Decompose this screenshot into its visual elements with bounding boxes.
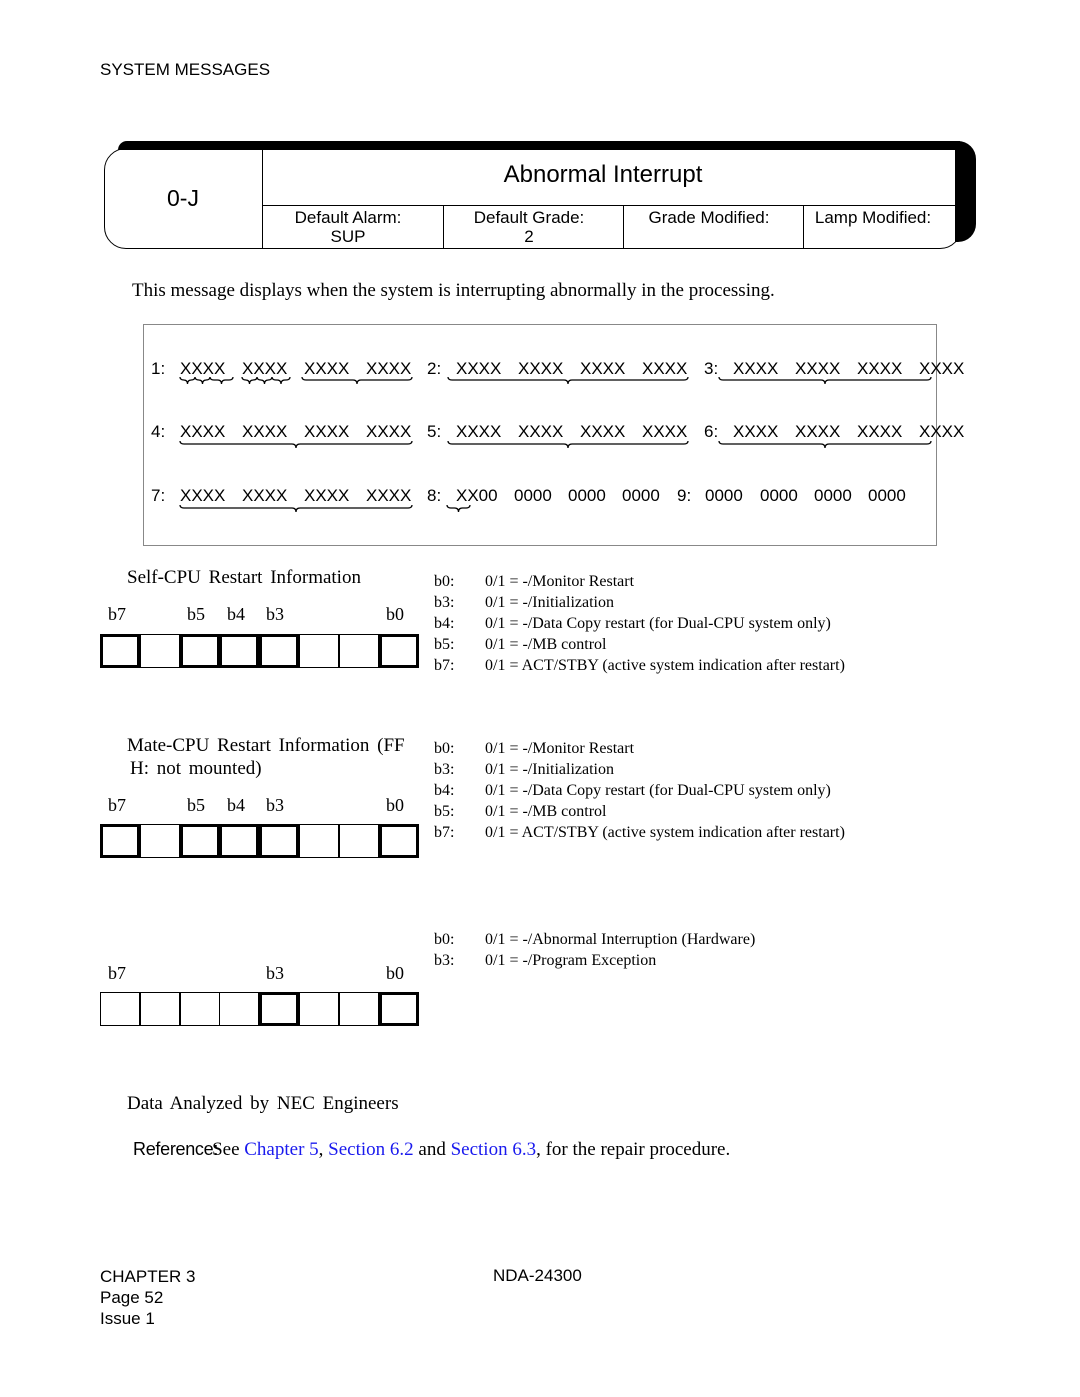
bit-description: 0/1 = -/Initialization xyxy=(485,594,614,611)
reference: Reference:See Chapter 5, Section 6.2 and… xyxy=(133,1139,731,1160)
bit-cell xyxy=(139,634,180,668)
brace xyxy=(301,376,413,385)
bit-name: b5: xyxy=(434,803,455,820)
brace xyxy=(447,440,689,449)
bit-cell xyxy=(259,824,300,858)
footer-left: CHAPTER 3 Page 52 Issue 1 xyxy=(100,1267,196,1328)
bit-cell xyxy=(338,992,379,1026)
bit-cell xyxy=(299,634,339,668)
bit-label: b5 xyxy=(187,795,205,815)
bit-name: b7: xyxy=(434,824,455,841)
analyzed-note: Data Analyzed by NEC Engineers xyxy=(127,1093,399,1114)
bit-description: 0/1 = -/Program Exception xyxy=(485,952,657,969)
bit-name: b3: xyxy=(434,952,455,969)
bit-label: b5 xyxy=(187,604,205,624)
bit-description: 0/1 = ACT/STBY (active system indication… xyxy=(485,657,845,674)
bit-label: b0 xyxy=(386,963,404,983)
section-title: Mate-CPU Restart Information (FF xyxy=(127,735,405,756)
bit-name: b4: xyxy=(434,615,455,632)
bit-cell xyxy=(100,634,140,668)
bit-cell xyxy=(100,992,140,1026)
section-6-2-link[interactable]: Section 6.2 xyxy=(328,1139,414,1160)
brackets xyxy=(179,376,932,513)
bit-cell xyxy=(179,824,220,858)
section-title: H: not mounted) xyxy=(130,758,262,779)
brace xyxy=(209,376,234,385)
brace xyxy=(718,440,932,449)
chapter-5-link[interactable]: Chapter 5 xyxy=(244,1139,318,1160)
bit-cell xyxy=(338,824,379,858)
bit-cell xyxy=(100,824,140,858)
bit-name: b0: xyxy=(434,740,455,757)
brace xyxy=(718,376,932,385)
bit-cell xyxy=(139,992,180,1026)
bit-cell xyxy=(338,634,379,668)
bit-description: 0/1 = -/MB control xyxy=(485,803,607,820)
brace xyxy=(256,376,273,385)
bit-description: 0/1 = -/Monitor Restart xyxy=(485,740,635,757)
bit-description: 0/1 = -/Initialization xyxy=(485,761,614,778)
bit-label: b3 xyxy=(266,795,284,815)
bit-name: b4: xyxy=(434,782,455,799)
brace xyxy=(446,504,471,513)
bit-name: b3: xyxy=(434,761,455,778)
bit-cell xyxy=(179,992,220,1026)
bit-cell xyxy=(299,992,339,1026)
bit-description: 0/1 = -/MB control xyxy=(485,636,607,653)
bit-label: b3 xyxy=(266,963,284,983)
bit-name: b5: xyxy=(434,636,455,653)
bit-description: 0/1 = -/Monitor Restart xyxy=(485,573,635,590)
bit-description: 0/1 = -/Data Copy restart (for Dual-CPU … xyxy=(485,782,831,799)
brace xyxy=(179,504,413,513)
bit-cell xyxy=(378,992,419,1026)
bit-cell xyxy=(378,824,419,858)
bit-name: b0: xyxy=(434,573,455,590)
bit-name: b3: xyxy=(434,594,455,611)
brace xyxy=(179,440,413,449)
bit-label: b3 xyxy=(266,604,284,624)
bit-cell xyxy=(219,634,260,668)
bit-cell xyxy=(219,992,260,1026)
bit-name: b7: xyxy=(434,657,455,674)
brace xyxy=(271,376,291,385)
bit-cell xyxy=(219,824,260,858)
document-number: NDA-24300 xyxy=(493,1266,582,1285)
bit-label: b0 xyxy=(386,795,404,815)
bit-label: b7 xyxy=(108,795,126,815)
bit-name: b0: xyxy=(434,931,455,948)
section-title: Self-CPU Restart Information xyxy=(127,567,361,588)
bit-cell xyxy=(378,634,419,668)
section-6-3-link[interactable]: Section 6.3 xyxy=(451,1139,537,1160)
bit-description: 0/1 = ACT/STBY (active system indication… xyxy=(485,824,845,841)
bit-cell xyxy=(299,824,339,858)
bit-description: 0/1 = -/Abnormal Interruption (Hardware) xyxy=(485,931,756,948)
bit-cell xyxy=(259,634,300,668)
bit-label: b7 xyxy=(108,963,126,983)
bit-label: b7 xyxy=(108,604,126,624)
bit-label: b0 xyxy=(386,604,404,624)
brace xyxy=(194,376,211,385)
bit-cell xyxy=(179,634,220,668)
bit-cell xyxy=(139,824,180,858)
bit-cell xyxy=(259,992,300,1026)
brace xyxy=(241,376,258,385)
brace xyxy=(179,376,196,385)
bit-description: 0/1 = -/Data Copy restart (for Dual-CPU … xyxy=(485,615,831,632)
bit-label: b4 xyxy=(227,604,245,624)
bit-label: b4 xyxy=(227,795,245,815)
brace xyxy=(447,376,689,385)
